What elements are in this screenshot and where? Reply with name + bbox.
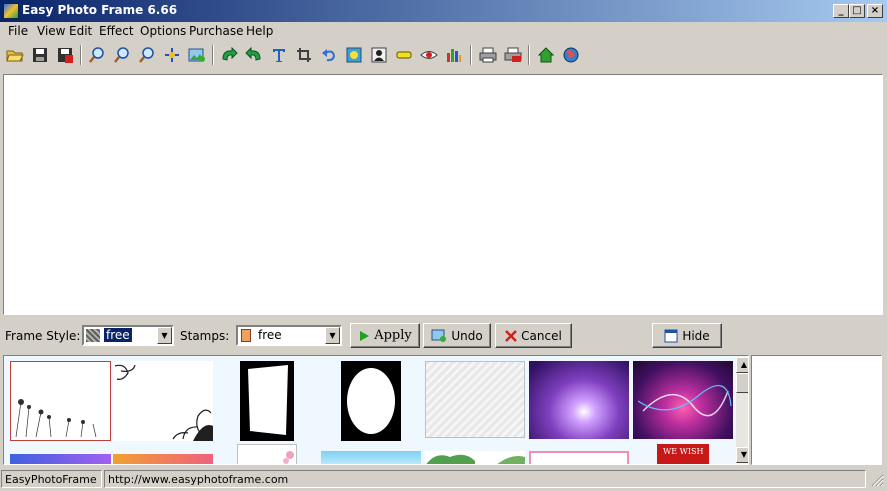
frame-thumbnail[interactable] — [10, 454, 111, 464]
save-as-icon[interactable] — [54, 44, 76, 66]
portrait-icon[interactable] — [368, 44, 390, 66]
toolbar-separator — [528, 45, 530, 65]
play-icon — [360, 330, 370, 341]
text-icon[interactable] — [268, 44, 290, 66]
gallery-scrollbar[interactable]: ▲ ▼ — [736, 357, 748, 463]
pan-icon[interactable] — [161, 44, 183, 66]
frame-thumbnail[interactable] — [633, 361, 733, 439]
frame-gallery: WE WISH ▲ ▼ — [3, 355, 749, 465]
save-icon[interactable] — [29, 44, 51, 66]
zoom-in-icon[interactable] — [86, 44, 108, 66]
status-bar: EasyPhotoFrame http://www.easyphotoframe… — [0, 468, 887, 491]
frame-style-value: free — [104, 328, 132, 342]
frame-thumbnail[interactable] — [237, 444, 297, 464]
image-undo-icon — [431, 329, 447, 342]
frame-style-label: Frame Style: — [5, 329, 81, 343]
we-wish-text: WE WISH — [663, 447, 704, 456]
frame-control-bar: Frame Style: free ▼ Stamps: free ▼ Apply… — [0, 318, 887, 352]
frame-thumbnail[interactable] — [341, 361, 401, 441]
frame-thumbnail[interactable] — [321, 451, 421, 464]
insert-image-icon[interactable] — [186, 44, 208, 66]
toolbar — [0, 42, 887, 70]
frame-thumbnail[interactable] — [113, 361, 213, 441]
zoom-fit-icon[interactable] — [136, 44, 158, 66]
stamp-icon — [241, 329, 251, 342]
frame-thumbnail[interactable] — [10, 361, 111, 441]
resize-grip-icon[interactable] — [870, 473, 884, 487]
highlight-icon[interactable] — [393, 44, 415, 66]
title-bar: Easy Photo Frame 6.66 _ □ × — [0, 0, 887, 22]
toolbar-separator — [80, 45, 82, 65]
menu-edit[interactable]: Edit — [65, 23, 96, 39]
stamps-label: Stamps: — [180, 329, 230, 343]
crop-icon[interactable] — [293, 44, 315, 66]
scroll-thumb[interactable] — [736, 373, 748, 393]
web-icon[interactable] — [560, 44, 582, 66]
stamps-combo[interactable]: free ▼ — [236, 325, 342, 346]
scroll-down-arrow-icon[interactable]: ▼ — [736, 447, 748, 463]
rotate-left-icon[interactable] — [218, 44, 240, 66]
window-icon — [664, 329, 678, 342]
frame-thumbnail[interactable] — [529, 361, 629, 439]
undo-icon[interactable] — [318, 44, 340, 66]
hide-button[interactable]: Hide — [652, 323, 722, 348]
print-setup-icon[interactable] — [502, 44, 524, 66]
menu-purchase[interactable]: Purchase — [185, 23, 248, 39]
frame-thumbnail[interactable] — [425, 361, 525, 438]
menu-options[interactable]: Options — [136, 23, 190, 39]
chevron-down-icon[interactable]: ▼ — [325, 327, 340, 344]
levels-icon[interactable] — [443, 44, 465, 66]
open-icon[interactable] — [4, 44, 26, 66]
cancel-button[interactable]: Cancel — [495, 323, 572, 348]
home-icon[interactable] — [535, 44, 557, 66]
adjust-icon[interactable] — [343, 44, 365, 66]
window-title: Easy Photo Frame 6.66 — [22, 3, 178, 17]
frame-style-combo[interactable]: free ▼ — [82, 325, 174, 346]
frame-thumbnail[interactable] — [425, 451, 525, 464]
frame-pattern-icon — [86, 329, 100, 342]
apply-button[interactable]: Apply — [350, 323, 420, 348]
menu-effect[interactable]: Effect — [95, 23, 138, 39]
toolbar-separator — [470, 45, 472, 65]
menu-file[interactable]: File — [4, 23, 32, 39]
print-icon[interactable] — [477, 44, 499, 66]
menu-bar: File View Edit Effect Options Purchase H… — [0, 22, 887, 40]
undo-button[interactable]: Undo — [423, 323, 491, 348]
scroll-up-arrow-icon[interactable]: ▲ — [736, 357, 748, 373]
stamps-value: free — [258, 328, 282, 342]
status-url: http://www.easyphotoframe.com — [104, 470, 866, 488]
frame-thumbnail[interactable]: WE WISH — [657, 444, 709, 464]
app-icon[interactable] — [3, 3, 19, 19]
menu-help[interactable]: Help — [242, 23, 277, 39]
frame-thumbnail[interactable] — [529, 451, 629, 464]
status-app-name: EasyPhotoFrame — [1, 470, 102, 488]
zoom-out-icon[interactable] — [111, 44, 133, 66]
chevron-down-icon[interactable]: ▼ — [157, 327, 172, 344]
menu-view[interactable]: View — [33, 23, 69, 39]
maximize-button[interactable]: □ — [849, 4, 865, 18]
frame-thumbnail[interactable] — [113, 454, 213, 464]
close-icon — [505, 329, 518, 342]
toolbar-separator — [212, 45, 214, 65]
red-eye-icon[interactable] — [418, 44, 440, 66]
stamp-preview-panel — [751, 355, 882, 465]
minimize-button[interactable]: _ — [833, 4, 849, 18]
photo-canvas[interactable] — [3, 74, 883, 315]
rotate-right-icon[interactable] — [243, 44, 265, 66]
close-button[interactable]: × — [867, 4, 883, 18]
frame-thumbnail[interactable] — [240, 361, 294, 441]
